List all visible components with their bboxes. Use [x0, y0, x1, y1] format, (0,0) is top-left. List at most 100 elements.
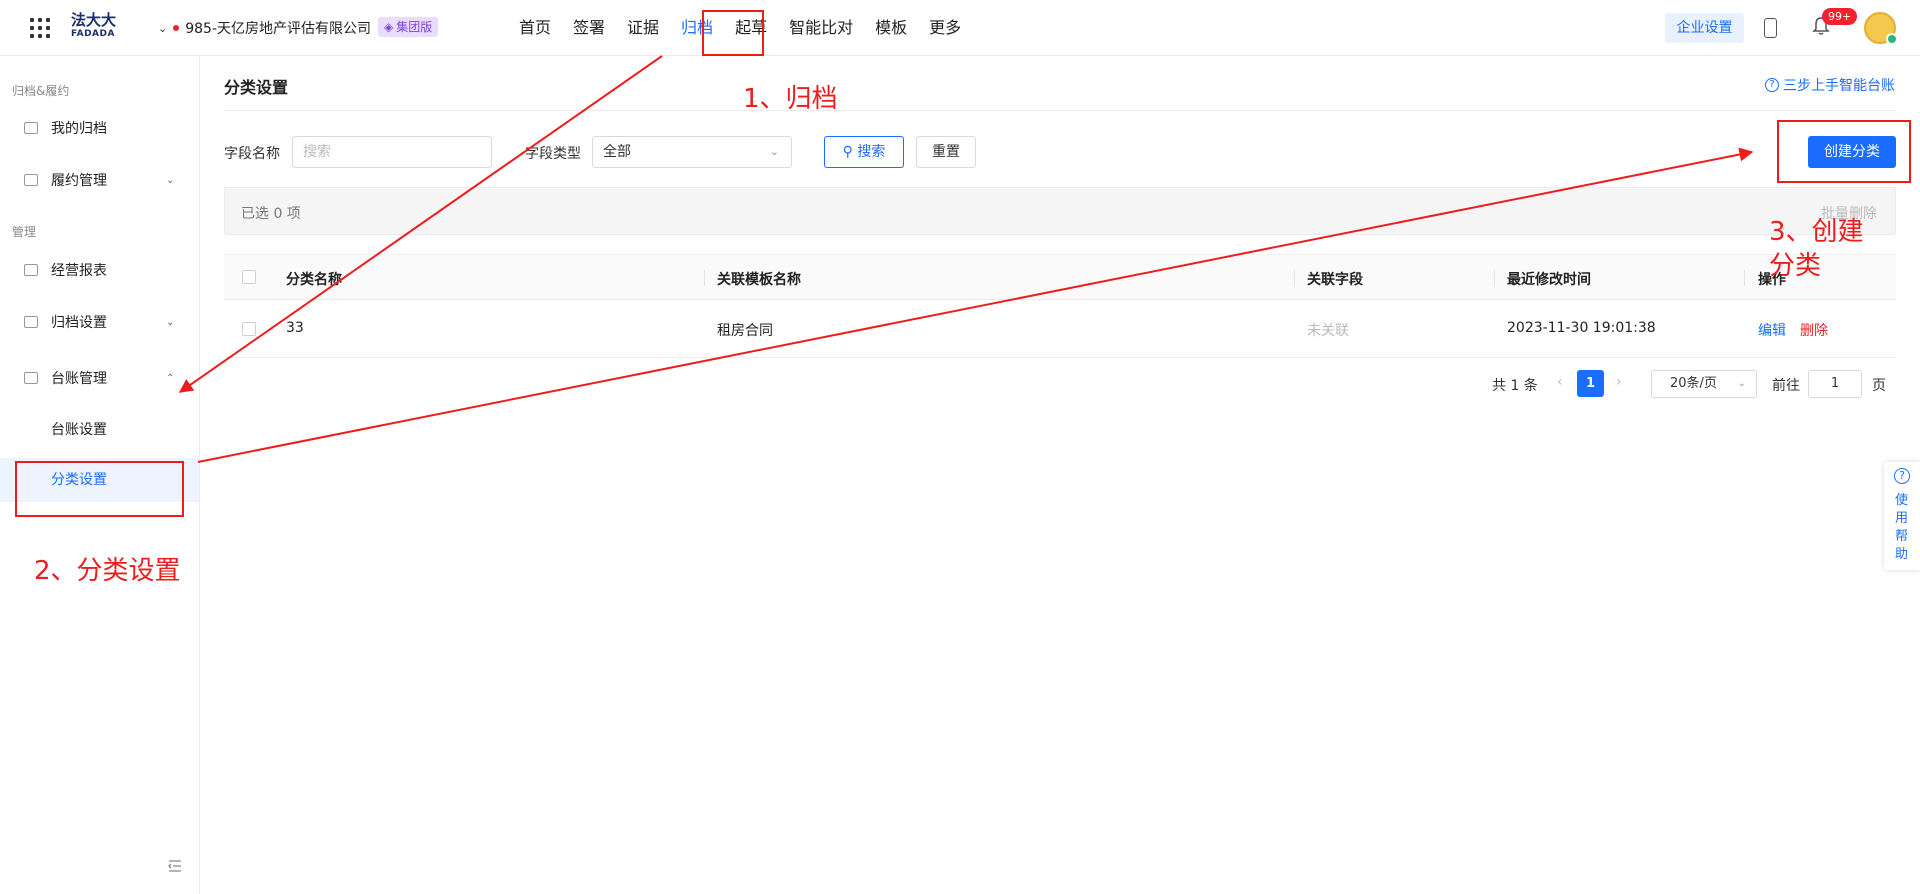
- sidebar-item-performance[interactable]: 履约管理 ⌄: [0, 160, 199, 200]
- row-checkbox[interactable]: [242, 322, 256, 336]
- annotation-box-create: [1777, 120, 1911, 183]
- help-circle-icon: ?: [1894, 468, 1910, 484]
- reset-button[interactable]: 重置: [916, 136, 976, 168]
- column-header: 关联模板名称: [717, 272, 801, 288]
- document-edit-icon: [24, 174, 38, 186]
- annotation-step-1: 1、归档: [743, 84, 838, 114]
- app-root: 法大大 FADADA ⌄ 985-天亿房地产评估有限公司 ◈ 集团版 首页 签署…: [0, 0, 1920, 894]
- sidebar-item-label: 经营报表: [51, 263, 107, 279]
- nav-sign[interactable]: 签署: [562, 0, 616, 56]
- total-count: 共 1 条: [1492, 378, 1538, 394]
- logo-en: FADADA: [71, 29, 115, 39]
- modified-time: 2023-11-30 19:01:38: [1507, 320, 1656, 336]
- enterprise-settings-button[interactable]: 企业设置: [1665, 13, 1744, 43]
- bar-chart-icon: [24, 264, 38, 276]
- sidebar-group-manage: 管理: [12, 225, 37, 239]
- field-type-select[interactable]: 全部 ⌄: [592, 136, 792, 168]
- sidebar-group-archive: 归档&履约: [12, 84, 70, 98]
- page-size-value: 20条/页: [1670, 376, 1717, 391]
- field-type-label: 字段类型: [525, 146, 581, 162]
- archive-box-icon: [24, 122, 38, 134]
- quick-start-label: 三步上手智能台账: [1783, 78, 1895, 94]
- sidebar-item-label: 我的归档: [51, 121, 107, 137]
- sidebar-item-label: 台账管理: [51, 371, 107, 387]
- top-navbar: 法大大 FADADA ⌄ 985-天亿房地产评估有限公司 ◈ 集团版 首页 签署…: [0, 0, 1920, 56]
- chevron-down-icon: ⌄: [769, 145, 779, 158]
- sidebar-item-archive-settings[interactable]: 归档设置 ⌄: [0, 302, 199, 342]
- nav-templates[interactable]: 模板: [864, 0, 918, 56]
- sidebar-item-label: 履约管理: [51, 173, 107, 189]
- edition-label: 集团版: [396, 20, 433, 34]
- nav-more[interactable]: 更多: [918, 0, 972, 56]
- table-row: 33 租房合同 未关联 2023-11-30 19:01:38 编辑 删除: [224, 300, 1896, 358]
- apps-grid-icon[interactable]: [30, 18, 50, 38]
- chevron-down-icon: ⌄: [158, 21, 168, 35]
- verified-icon: [1886, 33, 1898, 45]
- sidebar-item-my-archive[interactable]: 我的归档: [0, 108, 199, 148]
- selected-count: 已选 0 项: [241, 206, 301, 222]
- nav-compare[interactable]: 智能比对: [778, 0, 864, 56]
- help-float-button[interactable]: ? 使用帮助: [1884, 462, 1920, 570]
- search-button-label: 搜索: [857, 144, 886, 160]
- sidebar-item-ledger[interactable]: 台账管理 ⌃: [0, 358, 199, 398]
- search-button[interactable]: ⚲ 搜索: [824, 136, 904, 168]
- company-name: 985-天亿房地产评估有限公司: [185, 21, 371, 37]
- help-circle-icon: ?: [1765, 78, 1779, 92]
- annotation-box-archive: [702, 10, 764, 56]
- selection-bar: 已选 0 项 批量删除: [224, 187, 1896, 235]
- chevron-down-icon: ⌄: [166, 174, 175, 186]
- column-header: 关联字段: [1307, 272, 1363, 288]
- column-divider: [704, 270, 705, 286]
- collapse-sidebar-icon[interactable]: [168, 860, 182, 872]
- edition-badge: ◈ 集团版: [378, 17, 439, 37]
- sidebar-item-ledger-settings[interactable]: 台账设置: [0, 408, 199, 452]
- page-title: 分类设置: [224, 78, 289, 97]
- column-divider: [1294, 270, 1295, 286]
- mobile-icon[interactable]: [1764, 18, 1777, 38]
- field-name-input[interactable]: 搜索: [292, 136, 492, 168]
- category-name: 33: [286, 320, 304, 336]
- sidebar-item-label: 归档设置: [51, 315, 107, 331]
- nav-evidence[interactable]: 证据: [616, 0, 670, 56]
- page-1[interactable]: 1: [1577, 370, 1604, 397]
- page-suffix: 页: [1872, 378, 1886, 394]
- folder-settings-icon: [24, 316, 38, 328]
- prev-page-icon[interactable]: ‹: [1557, 374, 1563, 390]
- template-name: 租房合同: [717, 323, 773, 339]
- chevron-up-icon: ⌃: [166, 372, 175, 384]
- divider: [224, 110, 1896, 111]
- status-dot: [173, 25, 180, 31]
- nav-home[interactable]: 首页: [508, 0, 562, 56]
- page-size-select[interactable]: 20条/页 ⌄: [1651, 370, 1757, 398]
- sidebar-item-reports[interactable]: 经营报表: [0, 250, 199, 290]
- table-header: 分类名称 关联模板名称 关联字段 最近修改时间 操作: [224, 254, 1896, 300]
- column-divider: [1494, 270, 1495, 286]
- field-name-label: 字段名称: [224, 146, 280, 162]
- column-header: 最近修改时间: [1507, 272, 1591, 288]
- chevron-down-icon: ⌄: [1737, 378, 1746, 389]
- goto-page-input[interactable]: 1: [1808, 370, 1862, 398]
- annotation-box-category: [15, 461, 184, 517]
- avatar[interactable]: [1864, 12, 1898, 45]
- annotation-arrows: [178, 55, 1754, 463]
- help-float-label: 使用帮助: [1895, 493, 1909, 562]
- annotation-step-2: 2、分类设置: [34, 556, 181, 586]
- ledger-icon: [24, 372, 38, 384]
- delete-link[interactable]: 删除: [1800, 320, 1828, 340]
- search-icon: ⚲: [842, 144, 853, 160]
- next-page-icon[interactable]: ›: [1616, 374, 1622, 390]
- edit-link[interactable]: 编辑: [1758, 320, 1786, 340]
- goto-label: 前往: [1772, 378, 1800, 394]
- company-switcher[interactable]: ⌄ 985-天亿房地产评估有限公司: [158, 18, 371, 38]
- notification-badge: 99+: [1822, 8, 1858, 25]
- field-type-value: 全部: [603, 144, 631, 160]
- diamond-icon: ◈: [384, 20, 394, 34]
- select-all-checkbox[interactable]: [242, 270, 256, 284]
- column-header: 分类名称: [286, 272, 342, 288]
- logo[interactable]: 法大大 FADADA: [71, 13, 116, 39]
- annotation-step-3: 3、创建分类: [1769, 217, 1864, 281]
- logo-cn: 法大大: [71, 11, 117, 29]
- quick-start-link[interactable]: ? 三步上手智能台账: [1765, 75, 1895, 95]
- chevron-down-icon: ⌄: [166, 316, 175, 328]
- column-divider: [1744, 270, 1745, 286]
